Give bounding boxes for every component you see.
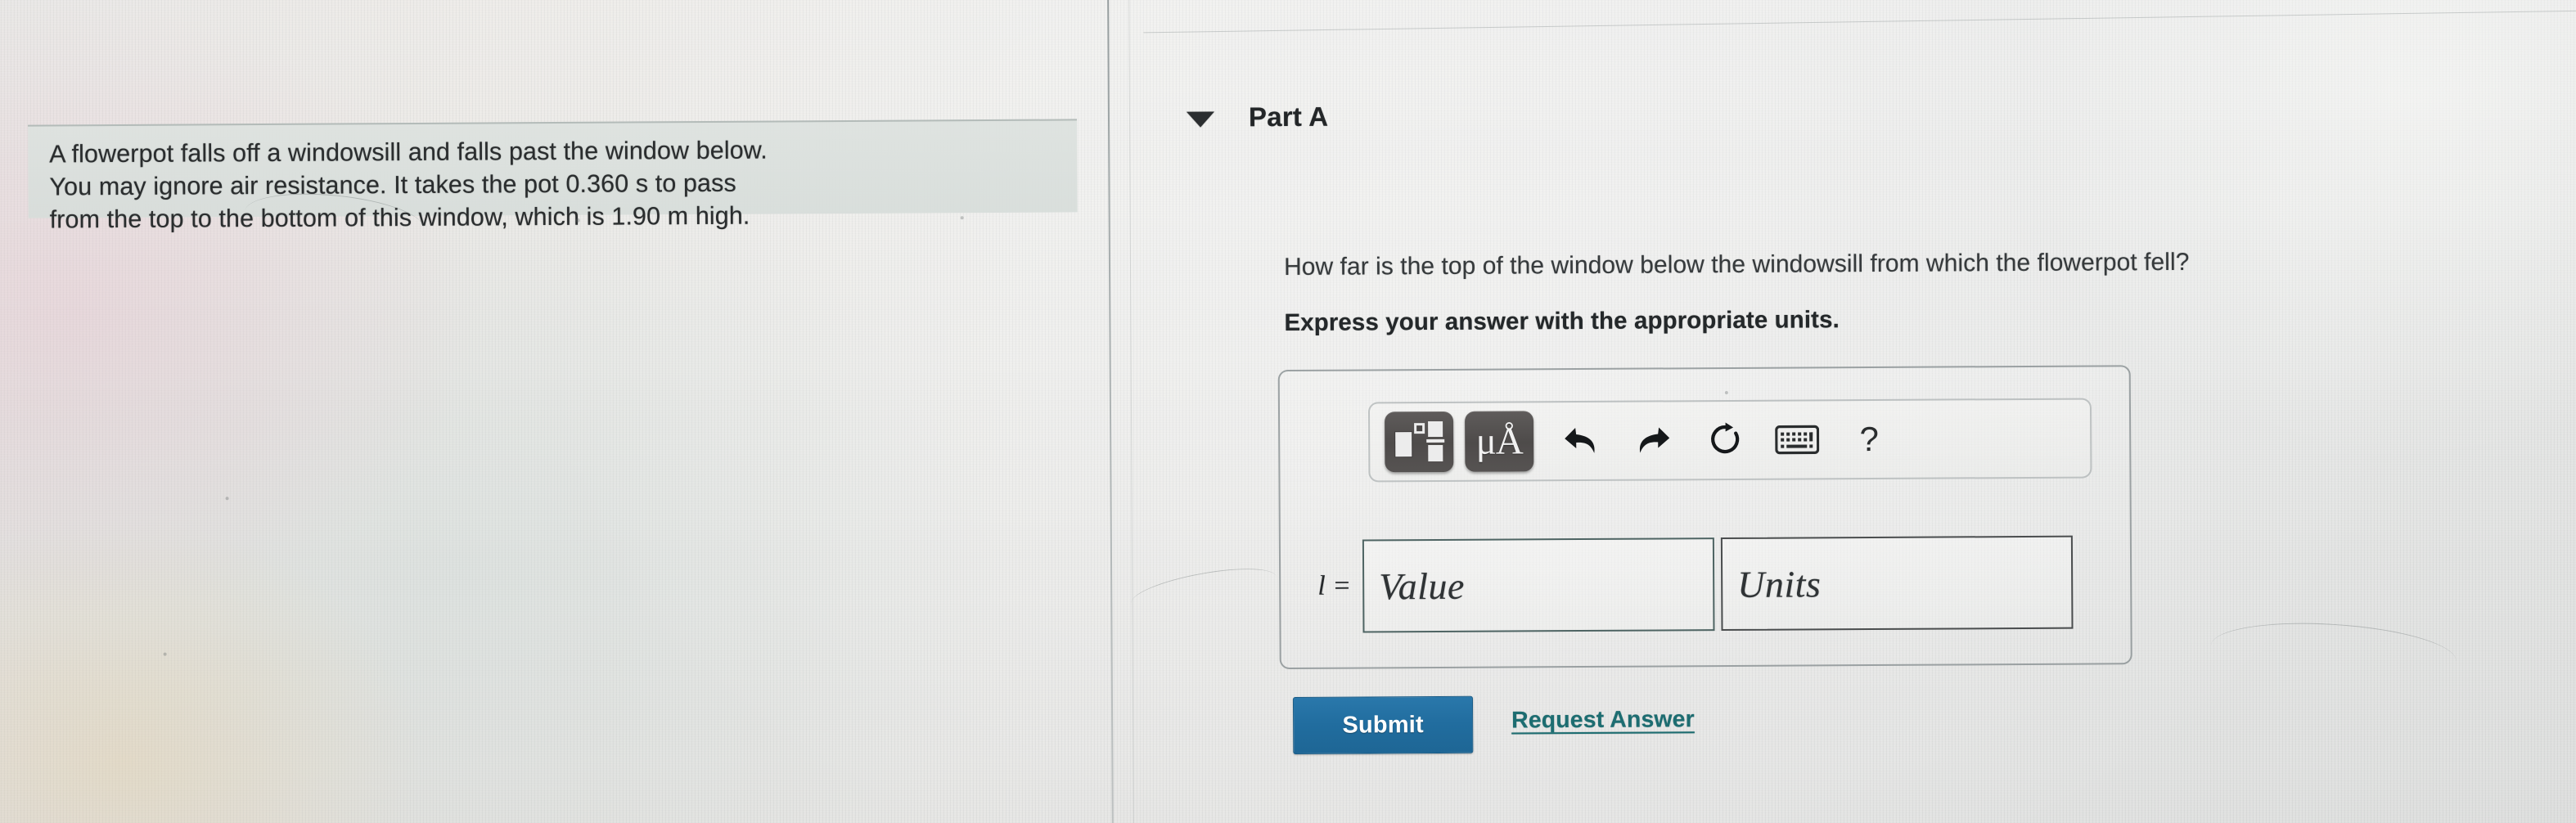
undo-button[interactable] [1545, 411, 1617, 471]
math-toolbar: μÅ ? [1367, 398, 2092, 483]
reset-button[interactable] [1689, 410, 1761, 470]
undo-arrow-icon [1565, 428, 1595, 453]
redo-button[interactable] [1617, 410, 1689, 470]
math-template-icon [1395, 420, 1445, 462]
reset-circular-arrow-icon [1711, 422, 1740, 454]
units-input[interactable]: Units [1720, 535, 2074, 632]
submit-button[interactable]: Submit [1292, 695, 1474, 754]
answer-input-row: l = Value Units [1295, 535, 2074, 633]
top-hairline [1143, 10, 2576, 34]
redo-arrow-icon [1639, 427, 1670, 453]
keyboard-button[interactable] [1761, 409, 1833, 470]
mu-angstrom-icon: μÅ [1475, 419, 1523, 463]
page-title: Part A [1248, 101, 1329, 133]
problem-statement-box: A flowerpot falls off a windowsill and f… [28, 119, 1078, 233]
units-button[interactable]: μÅ [1465, 411, 1534, 472]
instruction-text: Express your answer with the appropriate… [1284, 306, 1840, 337]
triangle-down-icon[interactable] [1186, 110, 1215, 128]
units-input-placeholder: Units [1737, 562, 1822, 605]
part-header[interactable]: Part A [1186, 101, 1329, 133]
value-input-placeholder: Value [1379, 564, 1466, 607]
page-content: A flowerpot falls off a windowsill and f… [0, 0, 2576, 823]
submit-button-label: Submit [1342, 711, 1424, 739]
question-text: How far is the top of the window below t… [1283, 248, 2190, 281]
screenshot-root: A flowerpot falls off a windowsill and f… [0, 0, 2576, 823]
keyboard-icon [1775, 425, 1820, 455]
pane-divider [1107, 0, 1114, 823]
dust-speck [163, 652, 167, 656]
variable-label: l = [1317, 570, 1352, 601]
request-answer-link[interactable]: Request Answer [1511, 706, 1695, 734]
math-template-button[interactable] [1385, 411, 1454, 473]
pane-divider-secondary [1128, 0, 1134, 823]
value-input[interactable]: Value [1362, 537, 1715, 633]
surface-scratch [2209, 616, 2458, 690]
surface-scratch [1128, 560, 1280, 620]
question-mark-icon: ? [1859, 419, 1880, 459]
dust-speck [225, 497, 229, 501]
help-button[interactable]: ? [1833, 409, 1905, 470]
problem-statement-text: A flowerpot falls off a windowsill and f… [49, 136, 768, 234]
